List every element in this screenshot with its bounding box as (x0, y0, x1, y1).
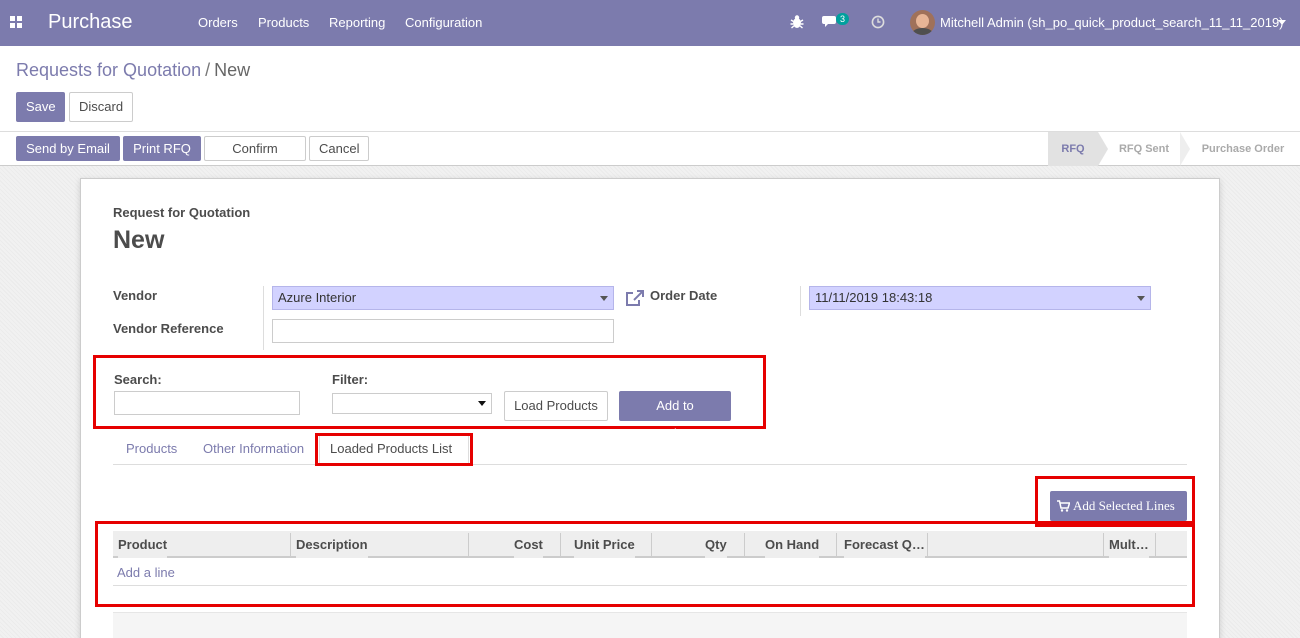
breadcrumb-parent[interactable]: Requests for Quotation (16, 60, 201, 80)
vendor-label: Vendor (113, 288, 158, 303)
menu-orders[interactable]: Orders (198, 15, 238, 30)
chevron-down-icon (1137, 296, 1145, 301)
menu-products[interactable]: Products (258, 15, 309, 30)
user-menu[interactable]: Mitchell Admin (sh_po_quick_product_sear… (940, 15, 1284, 30)
col-separator (651, 533, 652, 556)
tab-other-information[interactable]: Other Information (203, 441, 304, 456)
cart-icon (1057, 500, 1071, 512)
add-to-products-button[interactable]: Add to Products (619, 391, 731, 441)
col-forecast-qty[interactable]: Forecast Q… (844, 531, 925, 558)
filter-select[interactable] (332, 393, 492, 414)
apps-grid-icon[interactable] (10, 16, 22, 28)
field-divider (263, 286, 264, 350)
vendor-reference-input[interactable] (272, 319, 614, 343)
highlight-loaded-tab (315, 433, 473, 466)
breadcrumb-current: New (214, 60, 251, 80)
col-description[interactable]: Description (296, 531, 368, 558)
add-a-line-link[interactable]: Add a line (117, 565, 175, 580)
add-selected-lines-label: Add Selected Lines (1073, 498, 1175, 513)
tab-products[interactable]: Products (126, 441, 177, 456)
col-separator (560, 533, 561, 556)
chevron-down-icon (600, 296, 608, 301)
table-row (113, 560, 1187, 586)
breadcrumb: Requests for Quotation / New (16, 60, 250, 81)
send-by-email-button[interactable]: Send by Email (16, 136, 120, 161)
col-separator (1103, 533, 1104, 556)
user-caret-icon[interactable] (1278, 20, 1286, 25)
vendor-select[interactable]: Azure Interior (272, 286, 614, 310)
user-avatar[interactable] (910, 10, 935, 35)
status-chevron (1180, 132, 1190, 166)
control-panel: Requests for Quotation / New Save Discard … (0, 46, 1300, 179)
menu-configuration[interactable]: Configuration (405, 15, 482, 30)
table-header (113, 531, 1187, 558)
order-date-input[interactable]: 11/11/2019 18:43:18 (809, 286, 1151, 310)
add-selected-lines-button[interactable]: Add Selected Lines (1050, 491, 1187, 521)
col-mult[interactable]: Mult… (1109, 531, 1149, 558)
menu-reporting[interactable]: Reporting (329, 15, 385, 30)
col-cost[interactable]: Cost (514, 531, 543, 558)
app-brand[interactable]: Purchase (48, 11, 133, 34)
form-title: New (113, 226, 165, 254)
cancel-button[interactable]: Cancel (309, 136, 369, 161)
col-separator (290, 533, 291, 556)
vendor-reference-label: Vendor Reference (113, 321, 224, 336)
form-subtitle: Request for Quotation (113, 205, 251, 220)
col-qty[interactable]: Qty (705, 531, 727, 558)
discard-button[interactable]: Discard (69, 92, 133, 122)
chevron-down-icon (478, 401, 486, 406)
bug-icon[interactable] (790, 14, 804, 30)
print-rfq-button[interactable]: Print RFQ (123, 136, 201, 161)
load-products-button[interactable]: Load Products (504, 391, 608, 421)
chat-badge: 3 (836, 13, 850, 25)
filter-label: Filter: (332, 372, 369, 387)
breadcrumb-separator: / (205, 60, 211, 80)
col-separator (927, 533, 928, 556)
search-label: Search: (114, 372, 162, 387)
col-separator (1155, 533, 1156, 556)
order-date-value: 11/11/2019 18:43:18 (815, 290, 933, 305)
col-separator (744, 533, 745, 556)
save-button[interactable]: Save (16, 92, 65, 122)
status-rfq-sent[interactable]: RFQ Sent (1108, 132, 1180, 166)
external-link-icon[interactable] (625, 289, 645, 307)
clock-icon[interactable] (871, 15, 885, 29)
order-date-label: Order Date (650, 288, 718, 303)
status-purchase-order[interactable]: Purchase Order (1192, 132, 1294, 166)
vendor-value: Azure Interior (278, 290, 357, 305)
tabs-divider (113, 464, 1187, 465)
search-input[interactable] (114, 391, 300, 415)
status-chevron (1098, 132, 1108, 166)
status-rfq[interactable]: RFQ (1048, 132, 1098, 166)
field-divider (800, 286, 801, 316)
top-navbar: Purchase Orders Products Reporting Confi… (0, 0, 1300, 46)
col-on-hand[interactable]: On Hand (765, 531, 820, 558)
col-product[interactable]: Product (118, 531, 168, 558)
col-separator (836, 533, 837, 556)
confirm-order-button[interactable]: Confirm Order (204, 136, 306, 179)
table-footer (113, 612, 1187, 638)
col-unit-price[interactable]: Unit Price (574, 531, 635, 558)
col-separator (468, 533, 469, 556)
